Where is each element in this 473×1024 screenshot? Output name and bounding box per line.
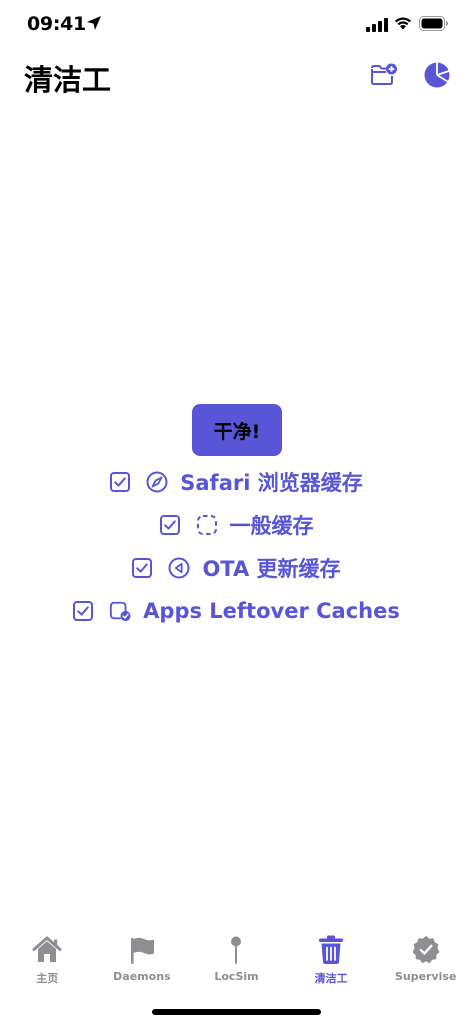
pin-icon (231, 936, 242, 964)
tab-label: 清洁工 (314, 972, 348, 985)
battery-icon (419, 16, 448, 31)
option-label: OTA 更新缓存 (202, 557, 341, 581)
page-title: 清洁工 (24, 63, 112, 97)
option-apps-leftover-caches[interactable]: Apps Leftover Caches (0, 594, 473, 628)
option-label: Safari 浏览器缓存 (180, 471, 363, 495)
tab-label: LocSim (214, 970, 259, 983)
location-arrow-icon (87, 16, 101, 30)
clean-button[interactable]: 干净! (192, 404, 282, 456)
compass-icon (146, 471, 168, 493)
trash-icon (319, 935, 344, 964)
wifi-icon (395, 17, 411, 30)
app-badge-check-icon (110, 601, 131, 622)
flag-icon (130, 937, 154, 964)
checkbox-checked-icon[interactable] (132, 558, 153, 578)
cellular-signal-icon (366, 18, 388, 32)
checkbox-checked-icon[interactable] (110, 472, 131, 492)
option-ota-cache[interactable]: OTA 更新缓存 (0, 551, 473, 585)
storage-chart-button[interactable] (422, 60, 452, 90)
folder-badge-plus-icon (371, 63, 397, 85)
arrow-left-circle-icon (168, 557, 190, 579)
checkbox-checked-icon[interactable] (159, 515, 180, 535)
tab-bar: 主页 Daemons LocSim 清洁工 Supervise (0, 925, 473, 995)
checkbox-checked-icon[interactable] (73, 601, 94, 621)
status-bar: 09:41 (0, 0, 473, 50)
tab-cleaner[interactable]: 清洁工 (284, 925, 379, 995)
screen: 09:41 清洁工 干净! Safari 浏览器缓存 一般缓存 OTA 更新缓存… (0, 0, 473, 1024)
option-label: Apps Leftover Caches (143, 599, 400, 623)
home-indicator[interactable] (152, 1009, 321, 1015)
tab-label: Supervise (394, 970, 457, 983)
tab-label: Daemons (113, 970, 171, 983)
status-time: 09:41 (27, 13, 86, 35)
tab-supervise[interactable]: Supervise (378, 925, 473, 995)
tab-daemons[interactable]: Daemons (95, 925, 190, 995)
tab-locsim[interactable]: LocSim (189, 925, 284, 995)
tab-label: 主页 (36, 972, 59, 985)
add-folder-button[interactable] (369, 60, 399, 90)
tab-home[interactable]: 主页 (0, 925, 95, 995)
checkmark-seal-icon (412, 936, 440, 964)
pie-chart-icon (424, 62, 450, 88)
option-label: 一般缓存 (229, 514, 314, 538)
option-safari-cache[interactable]: Safari 浏览器缓存 (0, 465, 473, 499)
option-general-cache[interactable]: 一般缓存 (0, 508, 473, 542)
house-icon (32, 936, 62, 962)
dashed-square-icon (196, 515, 217, 535)
